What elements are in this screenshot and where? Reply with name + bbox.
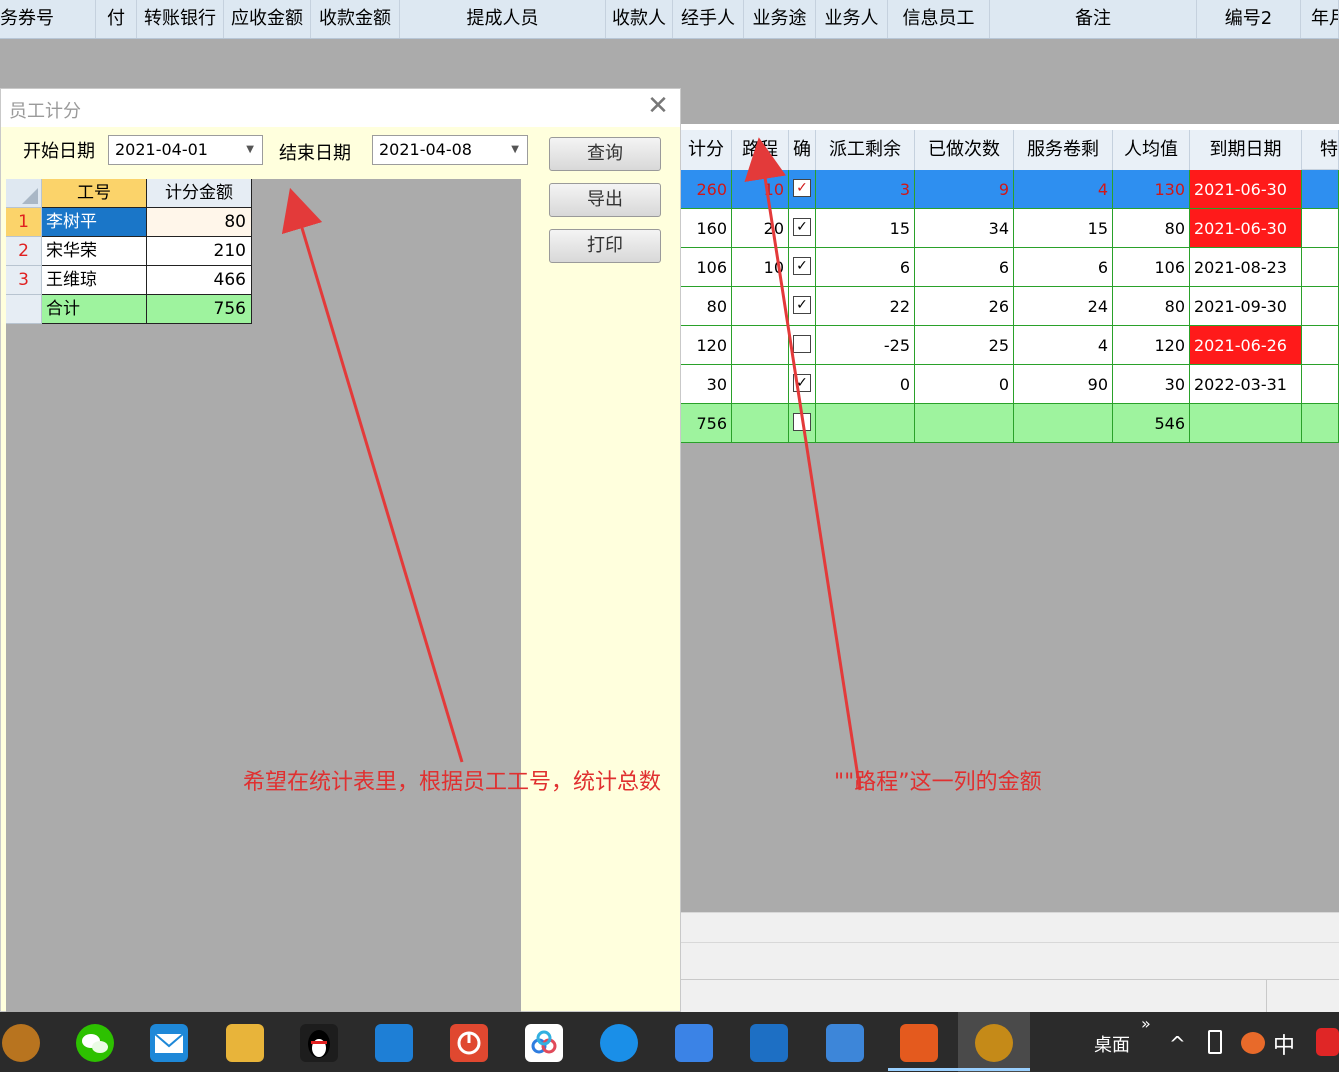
- wechat-icon[interactable]: [76, 1024, 114, 1062]
- envelope: [154, 1033, 184, 1053]
- annotation-left: 希望在统计表里，根据员工工号，统计总数: [243, 770, 662, 795]
- files-icon[interactable]: [226, 1024, 264, 1062]
- rx-app-icon[interactable]: [750, 1024, 788, 1062]
- annotation-arrows: [281, 137, 862, 791]
- acorn-icon[interactable]: [2, 1024, 40, 1062]
- active-task-highlight: [958, 1012, 1030, 1072]
- dingtalk-icon[interactable]: [675, 1024, 713, 1062]
- calendar-icon[interactable]: [375, 1024, 413, 1062]
- expand-toolbar-icon[interactable]: »: [1141, 1014, 1151, 1033]
- chevron-up-icon[interactable]: ^: [1169, 1032, 1186, 1056]
- running-indicator: [888, 1068, 958, 1071]
- penguin: [308, 1030, 330, 1058]
- arrow-to-dialog-grid: [281, 187, 464, 763]
- wechat-bubbles: [82, 1034, 108, 1053]
- baidu-netdisk-icon[interactable]: [525, 1024, 563, 1062]
- running-indicator: [958, 1068, 1030, 1071]
- tray-app-icon[interactable]: [1241, 1032, 1265, 1054]
- ime-indicator[interactable]: 中: [1273, 1028, 1295, 1060]
- annotation-right: ""路程”这一列的金额: [834, 770, 1042, 795]
- game-app-icon[interactable]: [975, 1024, 1013, 1062]
- cloud-rings: [531, 1030, 557, 1054]
- sogou-ime-icon[interactable]: [1316, 1028, 1339, 1056]
- feishu-icon[interactable]: [600, 1024, 638, 1062]
- desktop-label[interactable]: 桌面: [1094, 1031, 1130, 1057]
- qq-icon[interactable]: [300, 1024, 338, 1062]
- usb-drive-icon[interactable]: [1208, 1030, 1222, 1054]
- power-app-icon[interactable]: [450, 1024, 488, 1062]
- arrow-to-route-column: [744, 137, 862, 791]
- power-symbol: [457, 1031, 481, 1055]
- taskbar: 桌面 » ^ 中: [0, 1012, 1339, 1072]
- mail-icon[interactable]: [150, 1024, 188, 1062]
- tax-app-icon[interactable]: [826, 1024, 864, 1062]
- fox-app-icon[interactable]: [900, 1024, 938, 1062]
